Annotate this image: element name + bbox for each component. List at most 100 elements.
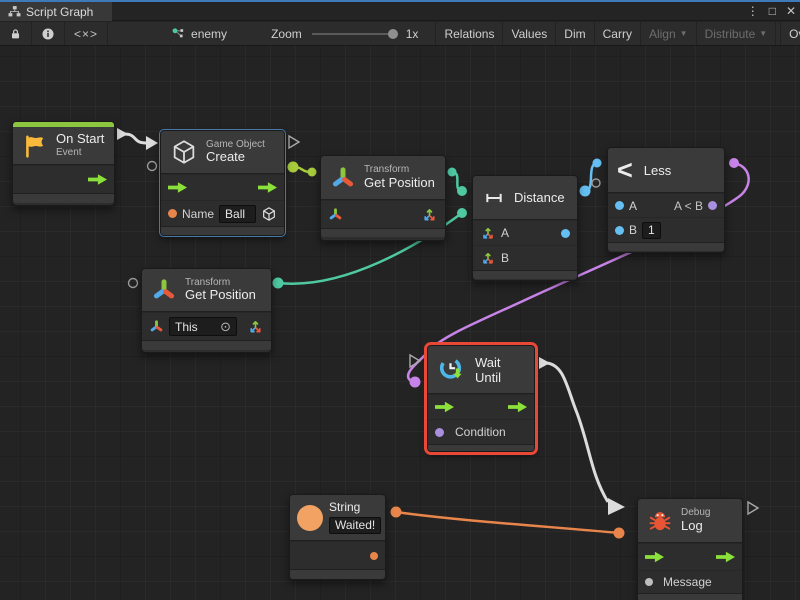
distance-out-port[interactable] xyxy=(561,229,570,238)
cube-icon xyxy=(170,138,198,166)
node-gameobject-create[interactable]: Game Object Create Name Ball xyxy=(160,130,285,236)
code-view-button[interactable]: <×> xyxy=(65,22,108,45)
flow-in-port[interactable] xyxy=(435,401,454,413)
distance-icon xyxy=(482,188,506,208)
port-label: Condition xyxy=(455,425,506,439)
vector3-in-port-icon[interactable] xyxy=(480,225,496,241)
window-close-icon[interactable]: ✕ xyxy=(786,4,796,18)
vector3-out-port-icon[interactable] xyxy=(421,206,438,223)
node-get-position-1[interactable]: Transform Get Position xyxy=(320,155,446,241)
zoom-slider-handle[interactable] xyxy=(388,29,398,39)
socket-getposition2-target[interactable] xyxy=(129,279,138,288)
graph-canvas[interactable]: On Start Event Game Object Create xyxy=(0,46,800,600)
tab-title: Script Graph xyxy=(26,5,93,19)
port-label: B xyxy=(501,251,509,265)
socket-create-flow-out[interactable] xyxy=(289,136,299,148)
flow-in-port[interactable] xyxy=(645,551,664,563)
lock-button[interactable] xyxy=(0,22,32,45)
name-field[interactable]: Ball xyxy=(219,205,256,223)
port-label: Name xyxy=(182,207,214,221)
transform-in-port-icon[interactable] xyxy=(149,319,164,334)
result-port[interactable] xyxy=(708,201,717,210)
string-icon xyxy=(297,505,323,531)
graph-toolbar: <×> enemy Zoom 1x Relations Values Dim C… xyxy=(0,22,800,46)
b-port[interactable] xyxy=(615,226,624,235)
node-title: Less xyxy=(644,163,671,178)
target-field[interactable]: This ⊙ xyxy=(169,317,237,336)
message-port[interactable] xyxy=(645,578,653,586)
dim-button[interactable]: Dim xyxy=(556,22,594,45)
window-maximize-icon[interactable]: □ xyxy=(769,4,776,18)
condition-port[interactable] xyxy=(435,428,444,437)
string-out-port[interactable] xyxy=(370,552,378,560)
graph-name: enemy xyxy=(191,27,227,41)
port-label: Message xyxy=(663,575,712,589)
port-label: A xyxy=(629,199,637,213)
b-value-field[interactable]: 1 xyxy=(642,222,661,239)
wire-string-to-log-message xyxy=(391,507,625,539)
socket-log-flow-out[interactable] xyxy=(748,502,758,514)
name-port[interactable] xyxy=(168,209,177,218)
node-string-literal[interactable]: String Waited! xyxy=(289,494,386,580)
node-title: Log xyxy=(681,519,710,534)
chevron-down-icon: ▼ xyxy=(680,29,688,38)
relations-button[interactable]: Relations xyxy=(435,22,503,45)
wait-clock-icon xyxy=(437,355,467,385)
output-label: A < B xyxy=(674,199,703,213)
transform-in-port-icon[interactable] xyxy=(328,207,343,222)
flow-out-port[interactable] xyxy=(258,182,277,194)
info-icon xyxy=(41,27,55,41)
node-title: String xyxy=(329,501,381,515)
wire-onstart-to-create xyxy=(117,128,158,150)
node-get-position-2[interactable]: Transform Get Position This ⊙ xyxy=(141,268,272,353)
tab-script-graph[interactable]: Script Graph xyxy=(0,2,112,21)
node-title: Create xyxy=(206,150,265,165)
node-on-start-event[interactable]: On Start Event xyxy=(12,121,115,206)
node-title: Wait Until xyxy=(475,355,525,385)
wire-create-to-getposition1 xyxy=(288,162,317,177)
socket-create-name[interactable] xyxy=(148,162,157,171)
transform-icon xyxy=(151,277,177,303)
node-wait-until[interactable]: Wait Until Condition xyxy=(427,345,535,452)
flag-icon xyxy=(22,133,48,159)
zoom-value: 1x xyxy=(406,27,419,41)
node-less[interactable]: < Less A A < B B 1 xyxy=(607,147,725,253)
transform-icon xyxy=(330,165,356,191)
node-subtitle: Event xyxy=(56,147,104,159)
string-value-field[interactable]: Waited! xyxy=(329,517,381,534)
inspect-button[interactable] xyxy=(32,22,65,45)
gameobject-out-port-icon[interactable] xyxy=(261,206,277,222)
socket-less-b[interactable] xyxy=(592,179,600,187)
graph-asset-icon xyxy=(171,27,185,40)
wire-getposition1-to-distance-a xyxy=(448,168,468,197)
code-view-icon: <×> xyxy=(74,27,98,41)
zoom-slider[interactable] xyxy=(312,33,396,35)
zoom-control: Zoom 1x xyxy=(262,22,427,45)
values-button[interactable]: Values xyxy=(503,22,556,45)
flow-in-port[interactable] xyxy=(168,182,187,194)
port-label: A xyxy=(501,226,509,240)
flow-out-port[interactable] xyxy=(716,551,735,563)
title-bar: Script Graph ⋮ □ ✕ xyxy=(0,0,800,21)
vector3-in-port-icon[interactable] xyxy=(480,250,496,266)
distribute-dropdown[interactable]: Distribute▼ xyxy=(697,22,777,45)
flow-out-port[interactable] xyxy=(88,174,107,186)
port-label: B xyxy=(629,223,637,237)
flow-out-port[interactable] xyxy=(508,401,527,413)
object-picker-icon[interactable]: ⊙ xyxy=(220,320,231,333)
vector3-out-port-icon[interactable] xyxy=(247,318,264,335)
align-dropdown[interactable]: Align▼ xyxy=(641,22,697,45)
node-debug-log[interactable]: Debug Log Message xyxy=(637,498,743,600)
focused-window-accent xyxy=(0,0,800,2)
chevron-down-icon: ▼ xyxy=(759,29,767,38)
node-title: Distance xyxy=(514,190,565,205)
carry-button[interactable]: Carry xyxy=(595,22,641,45)
overview-button[interactable]: Overview xyxy=(780,22,800,45)
script-graph-icon xyxy=(8,5,21,18)
node-distance[interactable]: Distance A B xyxy=(472,175,578,281)
a-port[interactable] xyxy=(615,201,624,210)
graph-breadcrumb[interactable]: enemy xyxy=(162,22,236,45)
bug-icon xyxy=(647,508,673,534)
node-title: Get Position xyxy=(364,176,435,191)
window-menu-icon[interactable]: ⋮ xyxy=(747,4,759,18)
